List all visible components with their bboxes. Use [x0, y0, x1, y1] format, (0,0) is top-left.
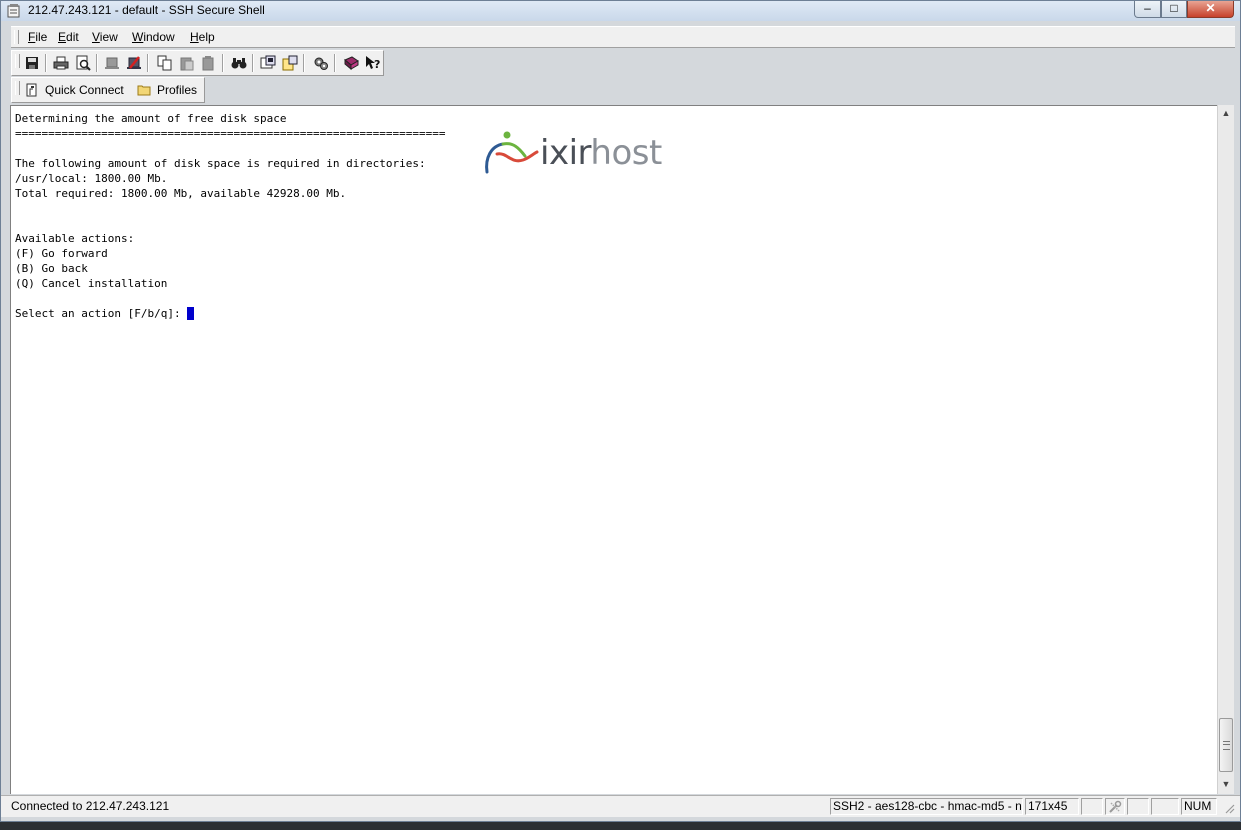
menu-edit[interactable]: Edit — [58, 30, 79, 44]
status-panel-empty — [1081, 798, 1103, 815]
status-panel-empty — [1151, 798, 1179, 815]
scroll-down-arrow-icon[interactable]: ▼ — [1218, 776, 1234, 793]
terminal-cursor[interactable]: F — [187, 307, 194, 320]
find-icon[interactable] — [231, 55, 247, 71]
scrollbar-thumb[interactable] — [1219, 718, 1233, 772]
toolbar: ? — [11, 50, 384, 76]
close-icon: ✕ — [1205, 1, 1216, 15]
terminal-line: Total required: 1800.00 Mb, available 42… — [15, 187, 347, 200]
ixirhost-logo: ixirhost — [483, 130, 683, 176]
title-bar[interactable]: 212.47.243.121 - default - SSH Secure Sh… — [1, 1, 1240, 21]
terminal-line: ========================================… — [15, 127, 446, 140]
print-preview-icon[interactable] — [75, 55, 91, 71]
ixirhost-logo-text: ixirhost — [540, 133, 662, 173]
toolbar-separator — [96, 54, 98, 72]
toolbar-grip[interactable] — [15, 54, 20, 68]
profiles-button[interactable]: Profiles — [157, 83, 197, 97]
reconnect-icon[interactable] — [126, 55, 142, 71]
terminal-line: The following amount of disk space is re… — [15, 157, 426, 170]
terminal-line: /usr/local: 1800.00 Mb. — [15, 172, 168, 185]
quick-connect-bar: Quick Connect Profiles — [11, 77, 205, 103]
resize-grip-icon[interactable] — [1223, 802, 1235, 814]
terminal-size-status: 171x45 — [1025, 798, 1079, 815]
svg-text:?: ? — [374, 58, 380, 71]
ixirhost-logo-mark-icon — [485, 131, 539, 174]
ssh-app-icon — [7, 4, 20, 18]
num-lock-status: NUM — [1181, 798, 1217, 815]
menu-bar: File Edit View Window Help — [11, 26, 1235, 48]
toolbar-separator — [222, 54, 224, 72]
terminal-line: Available actions: — [15, 232, 135, 245]
minimize-button[interactable]: – — [1134, 1, 1161, 18]
scrollbar-grip-icon — [1223, 741, 1230, 750]
menu-bar-grip[interactable] — [14, 30, 19, 44]
ssh-client-window: 212.47.243.121 - default - SSH Secure Sh… — [0, 0, 1241, 822]
new-terminal-icon[interactable] — [260, 55, 276, 71]
status-panel-empty — [1127, 798, 1149, 815]
terminal-scrollbar[interactable]: ▲ ▼ — [1217, 105, 1234, 794]
toolbar-separator — [45, 54, 47, 72]
menu-file[interactable]: File — [28, 30, 47, 44]
desktop-strip — [0, 822, 1241, 830]
new-file-transfer-icon[interactable] — [282, 55, 298, 71]
settings-icon[interactable] — [313, 55, 329, 71]
paste-icon[interactable] — [179, 55, 195, 71]
tools-icon — [1109, 800, 1122, 813]
toolbar-separator — [303, 54, 305, 72]
minimize-icon: – — [1144, 1, 1151, 15]
quick-connect-button[interactable]: Quick Connect — [45, 83, 124, 97]
quick-connect-icon — [26, 83, 37, 97]
menu-help[interactable]: Help — [190, 30, 215, 44]
status-panel-tools — [1105, 798, 1125, 815]
quick-connect-bar-grip[interactable] — [15, 81, 20, 95]
terminal-area[interactable]: Determining the amount of free disk spac… — [10, 105, 1217, 794]
folder-icon — [137, 85, 151, 96]
connection-status: Connected to 212.47.243.121 — [11, 799, 170, 813]
disconnect-icon[interactable] — [104, 55, 120, 71]
toolbar-separator — [334, 54, 336, 72]
copy-icon[interactable] — [157, 55, 173, 71]
save-icon[interactable] — [24, 55, 40, 71]
terminal-prompt-line: Select an action [F/b/q]: F — [15, 306, 194, 321]
cipher-status: SSH2 - aes128-cbc - hmac-md5 - no — [830, 798, 1023, 815]
maximize-button[interactable]: □ — [1161, 1, 1187, 18]
toolbar-separator — [147, 54, 149, 72]
terminal-line: (B) Go back — [15, 262, 88, 275]
toolbar-separator — [252, 54, 254, 72]
whats-this-icon[interactable]: ? — [365, 55, 381, 71]
scroll-up-arrow-icon[interactable]: ▲ — [1218, 105, 1234, 122]
terminal-line: Determining the amount of free disk spac… — [15, 112, 287, 125]
terminal-line: (Q) Cancel installation — [15, 277, 168, 290]
close-button[interactable]: ✕ — [1187, 1, 1234, 18]
menu-view[interactable]: View — [92, 30, 118, 44]
terminal-prompt: Select an action [F/b/q]: — [15, 307, 188, 320]
paste-alt-icon[interactable] — [201, 55, 217, 71]
status-bar: Connected to 212.47.243.121 SSH2 - aes12… — [1, 795, 1240, 817]
print-icon[interactable] — [53, 55, 69, 71]
menu-window[interactable]: Window — [132, 30, 175, 44]
help-book-icon[interactable] — [343, 55, 359, 71]
maximize-icon: □ — [1170, 1, 1178, 15]
terminal-line: (F) Go forward — [15, 247, 108, 260]
window-title: 212.47.243.121 - default - SSH Secure Sh… — [28, 3, 265, 17]
